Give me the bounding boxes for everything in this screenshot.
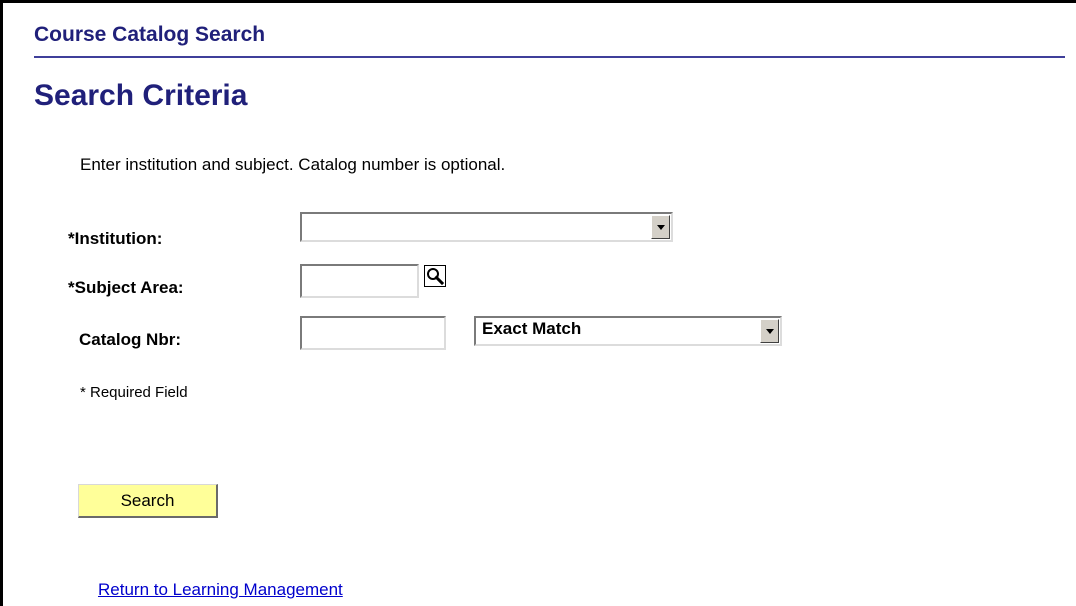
catalog-match-value: Exact Match xyxy=(482,319,582,338)
subject-area-label: *Subject Area: xyxy=(68,278,184,297)
search-button[interactable]: Search xyxy=(78,484,218,518)
institution-label: *Institution: xyxy=(68,229,163,248)
institution-dropdown-button[interactable] xyxy=(651,215,670,239)
subject-area-lookup-button[interactable] xyxy=(424,265,446,287)
subject-area-input[interactable] xyxy=(300,264,419,298)
catalog-nbr-input[interactable] xyxy=(300,316,446,350)
catalog-match-dropdown-button[interactable] xyxy=(760,319,779,343)
title-divider xyxy=(34,56,1065,58)
institution-select[interactable] xyxy=(300,212,673,242)
chevron-down-icon xyxy=(657,225,665,230)
return-to-learning-management-link[interactable]: Return to Learning Management xyxy=(98,580,343,600)
catalog-nbr-label: Catalog Nbr: xyxy=(79,330,181,349)
section-title: Search Criteria xyxy=(34,79,248,112)
page-title: Course Catalog Search xyxy=(34,23,266,46)
chevron-down-icon xyxy=(766,329,774,334)
search-icon xyxy=(427,268,445,286)
instructions-text: Enter institution and subject. Catalog n… xyxy=(80,155,506,174)
page-frame: Course Catalog Search Search Criteria En… xyxy=(0,0,1076,606)
required-field-note: * Required Field xyxy=(80,384,188,401)
catalog-match-select[interactable]: Exact Match xyxy=(474,316,782,346)
